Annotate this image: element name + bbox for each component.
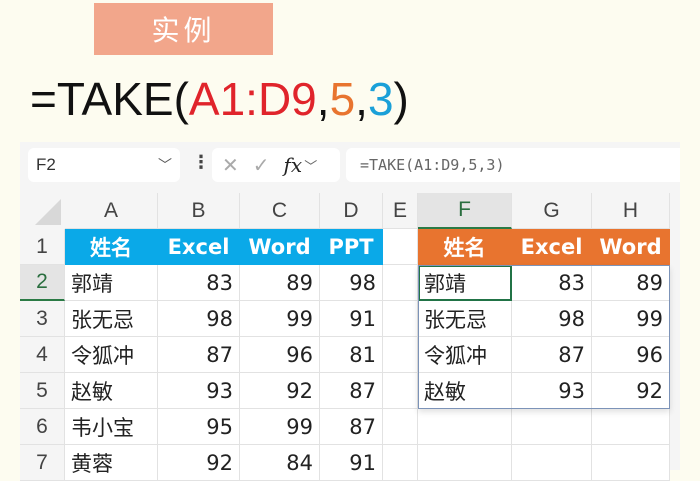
formula-cols: 3 xyxy=(367,73,394,125)
cell-C5[interactable]: 92 xyxy=(240,373,320,409)
cell-E1[interactable] xyxy=(383,229,418,265)
cell-H7[interactable] xyxy=(592,445,670,481)
column-header-H[interactable]: H xyxy=(592,193,670,229)
formula-rows: 5 xyxy=(329,73,356,125)
cell-D2[interactable]: 98 xyxy=(320,265,383,301)
chevron-down-icon[interactable]: ﹀ xyxy=(158,155,172,175)
cell-A2[interactable]: 郭靖 xyxy=(65,265,158,301)
formula-sep: , xyxy=(316,73,330,125)
column-header-C[interactable]: C xyxy=(240,193,320,229)
cell-H3[interactable]: 99 xyxy=(592,301,670,337)
formula-controls: ✕ ✓ fx ﹀ xyxy=(212,148,340,182)
cell-D1[interactable]: PPT xyxy=(320,229,383,265)
cell-D4[interactable]: 81 xyxy=(320,337,383,373)
formula-title: =TAKE(A1:D9,5,3) xyxy=(30,72,409,126)
cell-B5[interactable]: 93 xyxy=(158,373,240,409)
formula-func: =TAKE( xyxy=(30,73,189,125)
enter-icon[interactable]: ✓ xyxy=(253,153,270,177)
cell-A3[interactable]: 张无忌 xyxy=(65,301,158,337)
select-all-button[interactable] xyxy=(20,193,65,229)
cell-H2[interactable]: 89 xyxy=(592,265,670,301)
cell-B3[interactable]: 98 xyxy=(158,301,240,337)
row-header-5[interactable]: 5 xyxy=(20,373,65,409)
column-header-A[interactable]: A xyxy=(65,193,158,229)
cell-E5[interactable] xyxy=(383,373,418,409)
row-header-2[interactable]: 2 xyxy=(20,265,65,301)
cell-G1[interactable]: Excel xyxy=(512,229,592,265)
formula-close: ) xyxy=(393,73,409,125)
insert-function-icon[interactable]: fx xyxy=(284,153,303,177)
cell-D5[interactable]: 87 xyxy=(320,373,383,409)
column-header-D[interactable]: D xyxy=(320,193,383,229)
cell-G6[interactable] xyxy=(512,409,592,445)
cell-D7[interactable]: 91 xyxy=(320,445,383,481)
formula-range: A1:D9 xyxy=(188,73,317,125)
cell-E3[interactable] xyxy=(383,301,418,337)
spreadsheet: F2 ﹀ ⋮ ✕ ✓ fx ﹀ =TAKE(A1:D9,5,3) ABCDEFGH… xyxy=(20,142,680,481)
cell-C4[interactable]: 96 xyxy=(240,337,320,373)
cell-B7[interactable]: 92 xyxy=(158,445,240,481)
cell-B6[interactable]: 95 xyxy=(158,409,240,445)
more-options-icon[interactable]: ⋮ xyxy=(192,152,210,173)
cell-F7[interactable] xyxy=(418,445,512,481)
formula-bar-input[interactable]: =TAKE(A1:D9,5,3) xyxy=(346,148,680,182)
cell-H4[interactable]: 96 xyxy=(592,337,670,373)
column-header-E[interactable]: E xyxy=(383,193,418,229)
cell-F2[interactable]: 郭靖 xyxy=(418,265,512,301)
cell-H5[interactable]: 92 xyxy=(592,373,670,409)
cell-G4[interactable]: 87 xyxy=(512,337,592,373)
column-header-G[interactable]: G xyxy=(512,193,592,229)
cell-F4[interactable]: 令狐冲 xyxy=(418,337,512,373)
cell-H1[interactable]: Word xyxy=(592,229,670,265)
cell-E7[interactable] xyxy=(383,445,418,481)
column-header-B[interactable]: B xyxy=(158,193,240,229)
cell-C3[interactable]: 99 xyxy=(240,301,320,337)
cell-C7[interactable]: 84 xyxy=(240,445,320,481)
row-header-1[interactable]: 1 xyxy=(20,229,65,265)
cell-A1[interactable]: 姓名 xyxy=(65,229,158,265)
cell-G5[interactable]: 93 xyxy=(512,373,592,409)
cancel-icon[interactable]: ✕ xyxy=(222,153,239,177)
cell-F3[interactable]: 张无忌 xyxy=(418,301,512,337)
cell-H6[interactable] xyxy=(592,409,670,445)
cell-G2[interactable]: 83 xyxy=(512,265,592,301)
row-header-4[interactable]: 4 xyxy=(20,337,65,373)
cell-D3[interactable]: 91 xyxy=(320,301,383,337)
row-header-3[interactable]: 3 xyxy=(20,301,65,337)
cell-C2[interactable]: 89 xyxy=(240,265,320,301)
cell-B1[interactable]: Excel xyxy=(158,229,240,265)
column-header-F[interactable]: F xyxy=(418,193,512,229)
example-badge: 实例 xyxy=(94,3,273,55)
row-header-6[interactable]: 6 xyxy=(20,409,65,445)
name-box[interactable]: F2 ﹀ xyxy=(28,148,180,182)
cell-E2[interactable] xyxy=(383,265,418,301)
cell-D6[interactable]: 87 xyxy=(320,409,383,445)
name-box-value: F2 xyxy=(36,155,56,174)
formula-sep: , xyxy=(355,73,368,125)
cell-G3[interactable]: 98 xyxy=(512,301,592,337)
cell-C1[interactable]: Word xyxy=(240,229,320,265)
cell-B2[interactable]: 83 xyxy=(158,265,240,301)
cell-E4[interactable] xyxy=(383,337,418,373)
cell-F5[interactable]: 赵敏 xyxy=(418,373,512,409)
cell-F6[interactable] xyxy=(418,409,512,445)
cell-A7[interactable]: 黄蓉 xyxy=(65,445,158,481)
cell-E6[interactable] xyxy=(383,409,418,445)
chevron-down-icon[interactable]: ﹀ xyxy=(304,156,317,175)
cell-B4[interactable]: 87 xyxy=(158,337,240,373)
cell-C6[interactable]: 99 xyxy=(240,409,320,445)
cell-F1[interactable]: 姓名 xyxy=(418,229,512,265)
cell-A5[interactable]: 赵敏 xyxy=(65,373,158,409)
cell-A6[interactable]: 韦小宝 xyxy=(65,409,158,445)
row-header-7[interactable]: 7 xyxy=(20,445,65,481)
cell-G7[interactable] xyxy=(512,445,592,481)
cell-A4[interactable]: 令狐冲 xyxy=(65,337,158,373)
